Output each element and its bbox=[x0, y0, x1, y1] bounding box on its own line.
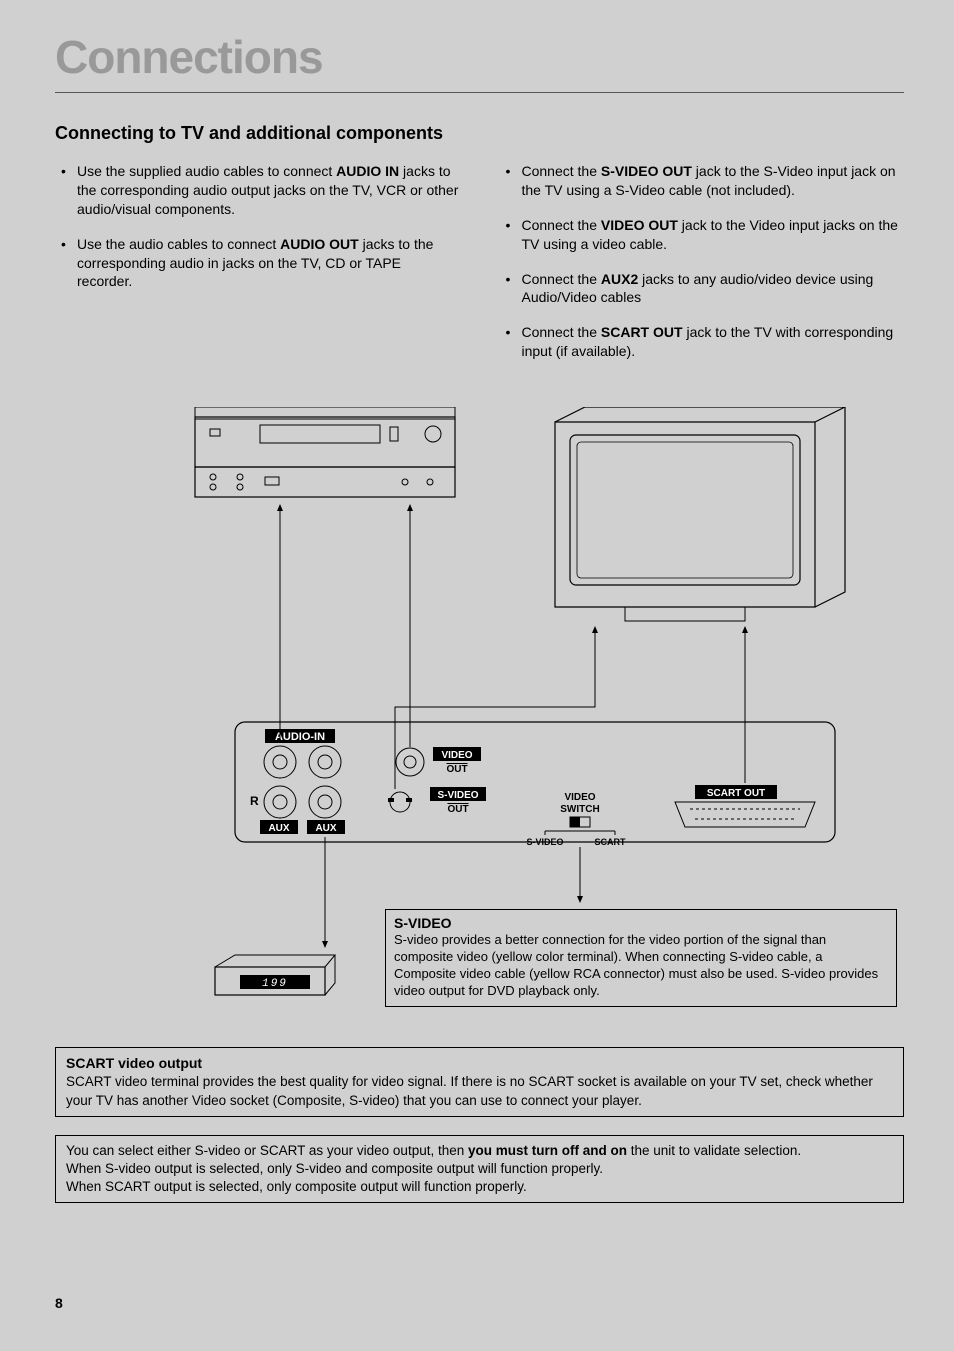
right-bullet-list: Connect the S-VIDEO OUT jack to the S-Vi… bbox=[500, 162, 905, 361]
audio-in-label: AUDIO-IN bbox=[275, 731, 325, 743]
r-label: R bbox=[250, 794, 259, 808]
video-switch-label2: SWITCH bbox=[560, 804, 599, 815]
note-line1-pre: You can select either S-video or SCART a… bbox=[66, 1143, 468, 1158]
list-item: Connect the AUX2 jacks to any audio/vide… bbox=[500, 270, 905, 308]
svideo-box-title: S-VIDEO bbox=[394, 914, 888, 932]
two-column-list: Use the supplied audio cables to connect… bbox=[55, 162, 904, 377]
tv-icon bbox=[555, 407, 845, 621]
note-line3: When SCART output is selected, only comp… bbox=[66, 1179, 527, 1194]
aux2-label: AUX bbox=[315, 823, 336, 834]
section-subtitle: Connecting to TV and additional componen… bbox=[55, 123, 904, 144]
aux1-label: AUX bbox=[268, 823, 289, 834]
note-line1-bold: you must turn off and on bbox=[468, 1143, 627, 1158]
list-item: Use the supplied audio cables to connect… bbox=[55, 162, 460, 219]
note-info-box: You can select either S-video or SCART a… bbox=[55, 1135, 904, 1204]
video-label: VIDEO bbox=[441, 750, 472, 761]
svideo-box-body: S-video provides a better connection for… bbox=[394, 932, 888, 1000]
page-number: 8 bbox=[55, 1295, 63, 1311]
list-item: Connect the SCART OUT jack to the TV wit… bbox=[500, 323, 905, 361]
svideo-label: S-VIDEO bbox=[437, 790, 478, 801]
cd-tuner-icon: 199 bbox=[215, 955, 335, 995]
video-out-label: OUT bbox=[446, 764, 467, 775]
scart-out-label: SCART OUT bbox=[707, 788, 765, 799]
title-divider bbox=[55, 92, 904, 93]
scart-box-title: SCART video output bbox=[66, 1055, 202, 1071]
list-item: Use the audio cables to connect AUDIO OU… bbox=[55, 235, 460, 292]
vcr-device-icon bbox=[195, 407, 455, 497]
scart-switch-label: SCART bbox=[595, 837, 627, 847]
svideo-info-box: S-VIDEO S-video provides a better connec… bbox=[385, 909, 897, 1007]
note-line1-post: the unit to validate selection. bbox=[627, 1143, 801, 1158]
left-bullet-list: Use the supplied audio cables to connect… bbox=[55, 162, 460, 291]
list-item: Connect the VIDEO OUT jack to the Video … bbox=[500, 216, 905, 254]
svideo-switch-label: S-VIDEO bbox=[526, 837, 563, 847]
page-title: Connections bbox=[55, 30, 904, 84]
scart-box-body: SCART video terminal provides the best q… bbox=[66, 1074, 873, 1107]
list-item: Connect the S-VIDEO OUT jack to the S-Vi… bbox=[500, 162, 905, 200]
display-readout: 199 bbox=[262, 978, 288, 990]
video-switch-label1: VIDEO bbox=[564, 792, 595, 803]
note-line2: When S-video output is selected, only S-… bbox=[66, 1161, 603, 1176]
connection-diagram: AUDIO-IN R AUX AUX VIDEO OUT bbox=[55, 407, 904, 1037]
svideo-out-label: OUT bbox=[447, 804, 468, 815]
scart-info-box: SCART video output SCART video terminal … bbox=[55, 1047, 904, 1117]
